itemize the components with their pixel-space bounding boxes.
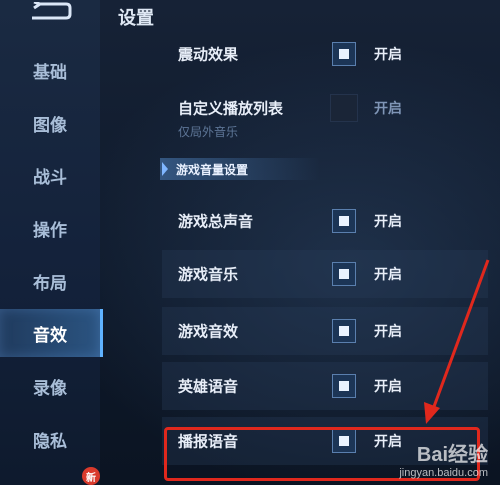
watermark: Bai经验 jingyan.baidu.com — [399, 438, 488, 479]
setting-row-vibration: 震动效果 开启 — [162, 30, 488, 78]
watermark-url: jingyan.baidu.com — [399, 467, 488, 479]
music-checkbox[interactable] — [332, 262, 356, 286]
playlist-checkbox[interactable] — [330, 94, 358, 122]
setting-state: 开启 — [374, 101, 402, 117]
setting-label: 英雄语音 — [178, 377, 239, 396]
nav-item-layout[interactable]: 布局 — [0, 257, 100, 305]
check-mark-icon — [339, 381, 349, 391]
nav-item-privacy[interactable]: 隐私 — [0, 415, 100, 463]
setting-row-sfx: 游戏音效 开启 — [162, 307, 488, 355]
sfx-checkbox[interactable] — [332, 319, 356, 343]
setting-label: 游戏音乐 — [178, 265, 239, 284]
setting-state: 开启 — [374, 379, 402, 395]
setting-label: 游戏音效 — [178, 322, 239, 341]
setting-row-music: 游戏音乐 开启 — [162, 250, 488, 298]
setting-label: 自定义播放列表 — [178, 99, 284, 118]
page-title: 设置 — [118, 8, 154, 29]
setting-label: 震动效果 — [178, 45, 239, 64]
setting-state: 开启 — [374, 47, 402, 63]
watermark-brand: Bai经验 — [416, 444, 488, 466]
setting-state: 开启 — [374, 324, 402, 340]
setting-label: 游戏总声音 — [178, 212, 254, 231]
nav-item-combat[interactable]: 战斗 — [0, 151, 100, 199]
back-button[interactable] — [22, 0, 78, 26]
new-badge: 新 — [82, 467, 100, 485]
master-sound-checkbox[interactable] — [332, 209, 356, 233]
check-mark-icon — [339, 49, 349, 59]
sidebar: 基础 图像 战斗 操作 布局 音效 录像 隐私 新 — [0, 0, 103, 485]
nav-item-graphics[interactable]: 图像 — [0, 99, 100, 147]
playlist-sub-label: 仅局外音乐 — [178, 125, 239, 139]
section-marker-icon — [162, 162, 168, 176]
nav-item-sound[interactable]: 音效 — [0, 309, 103, 357]
hero-voice-checkbox[interactable] — [332, 374, 356, 398]
back-arrow-icon — [32, 2, 72, 20]
check-mark-icon — [339, 326, 349, 336]
setting-row-master-sound: 游戏总声音 开启 — [162, 197, 488, 245]
section-header: 游戏音量设置 — [160, 158, 320, 180]
vibration-checkbox[interactable] — [332, 42, 356, 66]
nav-item-controls[interactable]: 操作 — [0, 204, 100, 252]
nav-item-basic[interactable]: 基础 — [0, 46, 100, 94]
check-mark-icon — [339, 269, 349, 279]
setting-state: 开启 — [374, 214, 402, 230]
setting-row-hero-voice: 英雄语音 开启 — [162, 362, 488, 410]
setting-state: 开启 — [374, 267, 402, 283]
nav-item-replay[interactable]: 录像 — [0, 362, 100, 410]
check-mark-icon — [339, 216, 349, 226]
